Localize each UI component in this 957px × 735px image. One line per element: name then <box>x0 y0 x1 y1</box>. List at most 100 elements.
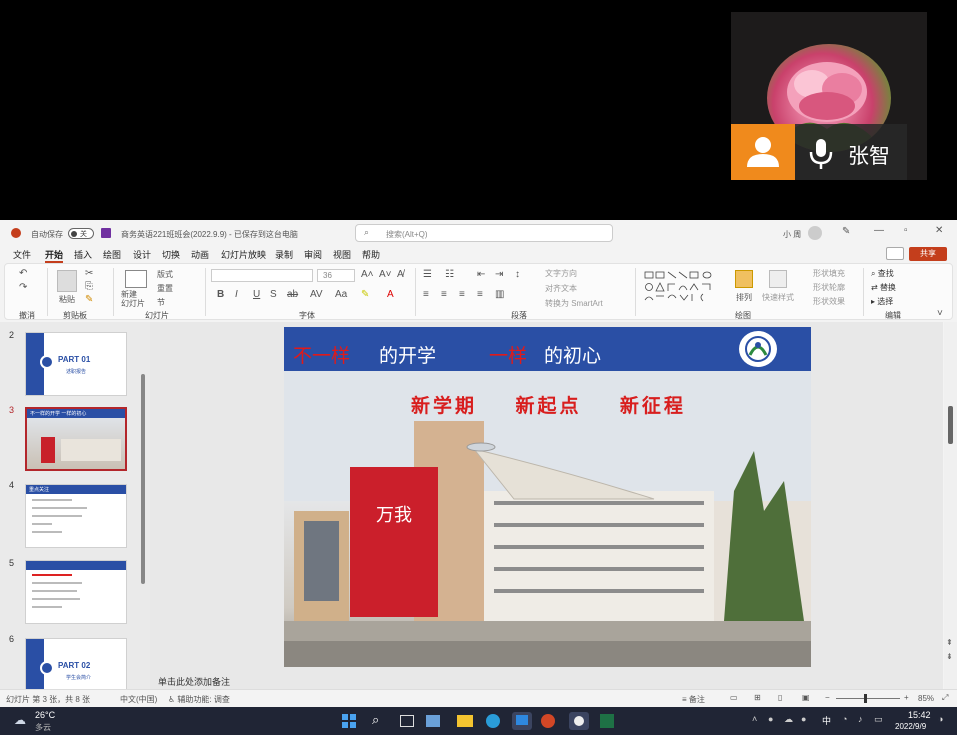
arrange-button[interactable]: 排列 <box>736 292 752 303</box>
zoom-slider[interactable] <box>836 694 900 703</box>
select-button[interactable]: ▸ 选择 <box>871 296 893 307</box>
save-icon[interactable] <box>101 228 111 238</box>
slide-thumbnail-3[interactable]: 不一样的开学 一样的初心 <box>25 407 127 471</box>
align-right-icon[interactable]: ≡ <box>459 289 465 300</box>
autosave-toggle[interactable]: 关 <box>68 228 94 239</box>
tab-view[interactable]: 视图 <box>333 248 351 261</box>
slide-thumbnail-2[interactable]: PART 01 述职报告 <box>25 332 127 396</box>
current-slide[interactable]: 不一样 的开学 一样 的初心 万我 新学期 新起点 新征程 <box>284 327 811 667</box>
new-slide-button[interactable]: 新建 幻灯片 <box>121 290 145 308</box>
reading-view-icon[interactable]: ▯ <box>778 693 782 702</box>
shadow-icon[interactable]: S <box>270 289 277 300</box>
highlight-icon[interactable]: ✎ <box>361 289 369 300</box>
italic-icon[interactable]: I <box>235 289 238 300</box>
weather-icon[interactable]: ☁ <box>14 713 26 727</box>
underline-icon[interactable]: U <box>253 289 260 300</box>
strikethrough-icon[interactable]: ab <box>287 289 298 300</box>
collapse-ribbon-icon[interactable]: ˅ <box>937 308 943 319</box>
increase-font-icon[interactable]: A˄ <box>361 269 374 280</box>
comments-button[interactable] <box>886 247 904 260</box>
microphone-icon[interactable] <box>806 138 836 170</box>
arrange-icon[interactable] <box>735 270 753 288</box>
wifi-icon[interactable]: ◔ <box>842 714 847 724</box>
language-status[interactable]: 中文(中国) <box>120 694 157 705</box>
tab-record[interactable]: 录制 <box>275 248 293 261</box>
slide-thumbnail-4[interactable]: 重点关注 <box>25 484 127 548</box>
weather-desc[interactable]: 多云 <box>35 722 51 733</box>
close-icon[interactable]: ✕ <box>935 225 943 236</box>
clock-date[interactable]: 2022/9/9 <box>895 722 926 731</box>
search-taskbar-icon[interactable]: ⌕ <box>372 712 379 728</box>
start-icon[interactable] <box>342 714 356 728</box>
user-account-name[interactable]: 小 周 <box>783 229 801 240</box>
shape-outline-button[interactable]: 形状轮廓 <box>813 282 845 293</box>
tray-icon-1[interactable]: ● <box>768 714 773 724</box>
new-slide-icon[interactable] <box>125 270 147 288</box>
search-input[interactable]: 搜索(Alt+Q) <box>386 229 428 240</box>
show-hidden-icons[interactable]: ˄ <box>752 714 757 724</box>
format-painter-icon[interactable]: ✎ <box>85 294 93 305</box>
excel-icon[interactable] <box>600 714 614 728</box>
redo-icon[interactable]: ↷ <box>19 282 27 293</box>
volume-icon[interactable]: ♪ <box>858 714 863 724</box>
bold-icon[interactable]: B <box>217 289 224 300</box>
paste-icon[interactable] <box>57 270 77 292</box>
prev-slide-icon[interactable]: ⇞ <box>946 638 953 647</box>
powerpoint-taskbar-icon[interactable] <box>541 714 555 728</box>
slide-sorter-icon[interactable]: ⊞ <box>754 693 761 702</box>
undo-icon[interactable]: ↶ <box>19 268 27 279</box>
line-spacing-icon[interactable]: ↕ <box>515 269 520 280</box>
notes-toggle[interactable]: ≡ 备注 <box>682 694 705 705</box>
notes-placeholder[interactable]: 单击此处添加备注 <box>158 675 230 688</box>
layout-button[interactable]: 版式 <box>157 269 173 280</box>
font-size-select[interactable]: 36 <box>317 269 355 282</box>
tab-slideshow[interactable]: 幻灯片放映 <box>221 248 266 261</box>
tab-help[interactable]: 帮助 <box>362 248 380 261</box>
justify-icon[interactable]: ≡ <box>477 289 483 300</box>
clock-time[interactable]: 15:42 <box>908 710 931 720</box>
font-family-select[interactable] <box>211 269 313 282</box>
decrease-font-icon[interactable]: A˅ <box>379 269 392 280</box>
widgets-icon[interactable] <box>426 715 440 727</box>
tab-home[interactable]: 开始 <box>45 248 64 263</box>
replace-button[interactable]: ⇄ 替换 <box>871 282 896 293</box>
weather-temp[interactable]: 26°C <box>35 710 55 720</box>
tab-draw[interactable]: 绘图 <box>103 248 121 261</box>
tab-transitions[interactable]: 切换 <box>162 248 180 261</box>
meeting-app-icon[interactable] <box>512 712 532 730</box>
slide-thumbnail-5[interactable] <box>25 560 127 624</box>
notes-pane[interactable]: 单击此处添加备注 <box>150 672 943 689</box>
cut-icon[interactable]: ✂ <box>85 268 93 279</box>
clear-format-icon[interactable]: A̸ <box>397 269 404 280</box>
text-direction-button[interactable]: 文字方向 <box>545 268 577 279</box>
shapes-gallery[interactable] <box>643 270 719 304</box>
char-spacing-icon[interactable]: AV <box>310 289 323 300</box>
tab-file[interactable]: 文件 <box>13 248 31 261</box>
decrease-indent-icon[interactable]: ⇤ <box>477 269 485 280</box>
accessibility-status[interactable]: ♿ 辅助功能: 调查 <box>168 694 230 705</box>
thumbs-scrollbar[interactable] <box>141 374 145 584</box>
slideshow-view-icon[interactable]: ▣ <box>802 693 810 702</box>
increase-indent-icon[interactable]: ⇥ <box>495 269 503 280</box>
minimize-icon[interactable]: — <box>874 225 884 236</box>
bullets-icon[interactable]: ☰ <box>423 269 432 280</box>
shape-effects-button[interactable]: 形状效果 <box>813 296 845 307</box>
pen-icon[interactable]: ✎ <box>842 226 850 237</box>
edge-icon[interactable] <box>486 714 500 728</box>
align-left-icon[interactable]: ≡ <box>423 289 429 300</box>
zoom-in-icon[interactable]: + <box>904 693 909 702</box>
tab-insert[interactable]: 插入 <box>74 248 92 261</box>
fit-slide-icon[interactable]: ⤢ <box>942 693 948 703</box>
onedrive-icon[interactable]: ☁ <box>784 714 793 725</box>
file-explorer-icon[interactable] <box>457 715 473 727</box>
shape-fill-button[interactable]: 形状填充 <box>813 268 845 279</box>
change-case-icon[interactable]: Aa <box>335 289 347 300</box>
ime-indicator[interactable]: 中 <box>822 714 831 727</box>
tab-review[interactable]: 审阅 <box>304 248 322 261</box>
convert-smartart-button[interactable]: 转换为 SmartArt <box>545 298 603 309</box>
editor-scrollbar[interactable]: ⇞ ⇟ <box>944 322 957 689</box>
align-center-icon[interactable]: ≡ <box>441 289 447 300</box>
align-text-button[interactable]: 对齐文本 <box>545 283 577 294</box>
maximize-icon[interactable]: ▫ <box>904 225 908 236</box>
task-view-icon[interactable] <box>400 715 414 727</box>
